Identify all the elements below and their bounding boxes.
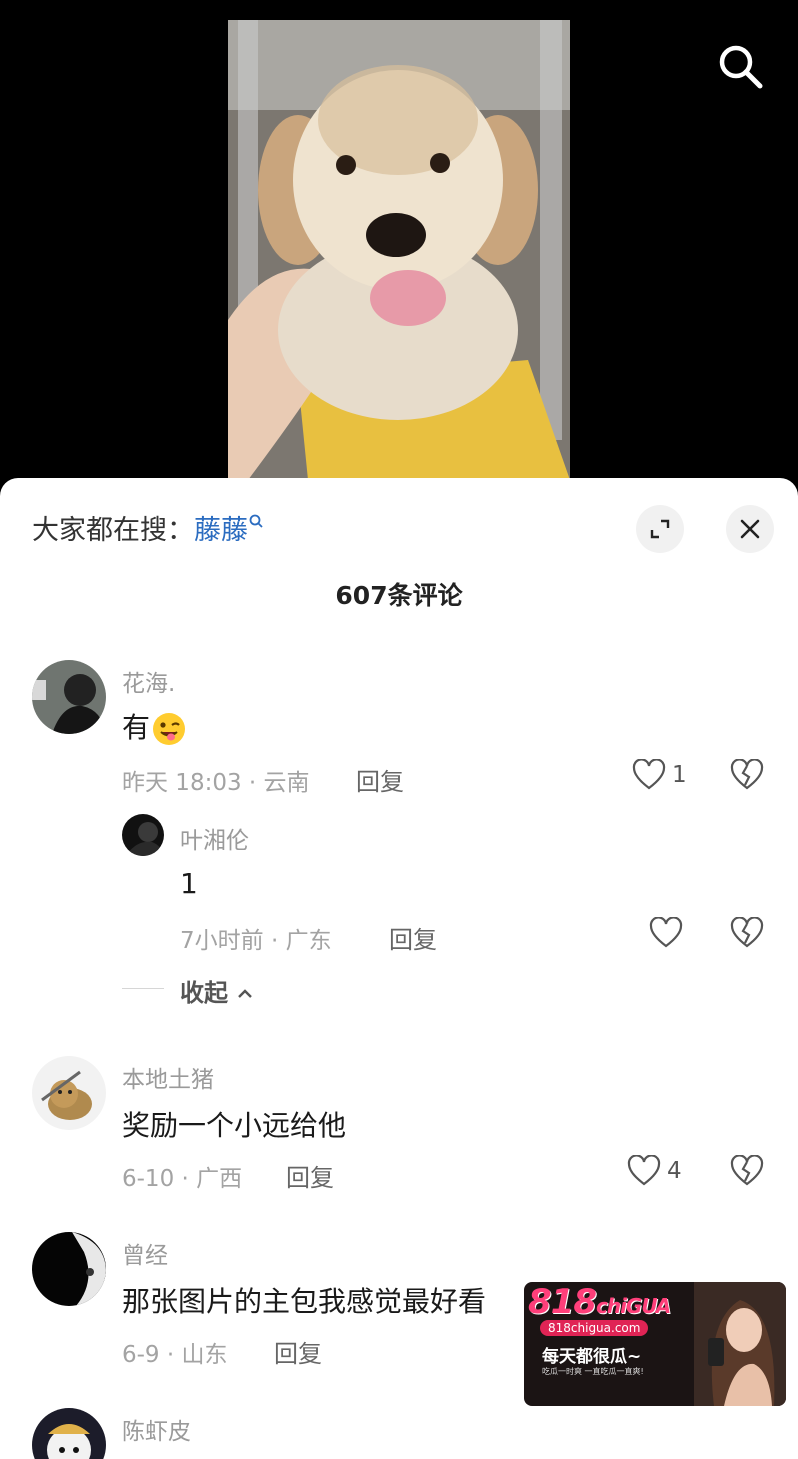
like-count: 1 bbox=[672, 762, 687, 788]
wink-tongue-emoji-icon bbox=[153, 713, 186, 745]
comment-username[interactable]: 本地土猪 bbox=[122, 1060, 214, 1094]
avatar[interactable] bbox=[32, 1056, 106, 1130]
broken-heart-icon bbox=[730, 916, 764, 948]
broken-heart-icon bbox=[730, 1154, 764, 1186]
ad-url: 818chigua.com bbox=[540, 1320, 649, 1336]
like-count: 4 bbox=[667, 1158, 682, 1184]
broken-heart-icon bbox=[730, 758, 764, 790]
dislike-button[interactable] bbox=[730, 758, 764, 795]
comment-username[interactable]: 陈虾皮 bbox=[122, 1412, 191, 1446]
reply-text: 1 bbox=[180, 867, 198, 900]
heart-icon bbox=[627, 1155, 661, 1186]
comment-time-location: 昨天 18:03 · 云南 bbox=[122, 770, 310, 796]
watermark-ad-banner[interactable]: 818chiGUA 818chigua.com 每天都很瓜~ 吃瓜一时爽 一直吃… bbox=[524, 1282, 786, 1406]
reply-button[interactable]: 回复 bbox=[389, 920, 437, 955]
like-button[interactable]: 4 bbox=[627, 1155, 682, 1187]
small-search-icon bbox=[249, 514, 263, 528]
comment-sheet: 大家都在搜：藤藤 607条评论 花海. 有 昨天 18:03 · 云南 回复 1… bbox=[0, 478, 798, 1459]
close-icon bbox=[740, 519, 760, 539]
heart-icon bbox=[632, 759, 666, 790]
chevron-up-icon bbox=[238, 989, 253, 998]
reply-button[interactable]: 回复 bbox=[356, 762, 404, 797]
comment-text: 奖励一个小远给他 bbox=[122, 1109, 347, 1142]
dislike-button[interactable] bbox=[730, 1154, 764, 1191]
dislike-button[interactable] bbox=[730, 916, 764, 953]
comment-username[interactable]: 曾经 bbox=[122, 1236, 168, 1270]
ad-model-image bbox=[694, 1282, 786, 1406]
reply-button[interactable]: 回复 bbox=[286, 1158, 334, 1193]
heart-icon bbox=[649, 917, 683, 948]
video-player[interactable] bbox=[0, 0, 798, 480]
hot-search-keyword[interactable]: 藤藤 bbox=[194, 515, 248, 546]
search-button[interactable] bbox=[712, 38, 768, 94]
comment-text: 那张图片的主包我感觉最好看 bbox=[122, 1285, 487, 1318]
avatar[interactable] bbox=[32, 660, 106, 734]
ad-logo: 818chiGUA bbox=[528, 1282, 671, 1322]
ad-subtext: 吃瓜一时爽 一直吃瓜一直爽! bbox=[542, 1367, 644, 1376]
like-button[interactable] bbox=[649, 917, 689, 949]
hot-search-prefix: 大家都在搜： bbox=[32, 515, 194, 546]
close-button[interactable] bbox=[726, 505, 774, 553]
collapse-replies-button[interactable]: 收起 bbox=[180, 973, 254, 1008]
like-button[interactable]: 1 bbox=[632, 759, 687, 791]
video-frame-puppy[interactable] bbox=[228, 20, 570, 480]
search-icon bbox=[719, 45, 763, 89]
collapse-divider bbox=[122, 988, 164, 989]
ad-slogan: 每天都很瓜~ bbox=[542, 1347, 642, 1367]
comment-count: 607条评论 bbox=[335, 581, 463, 610]
reply-username[interactable]: 叶湘伦 bbox=[180, 821, 249, 855]
puppy-image bbox=[228, 20, 570, 480]
hot-search-bar: 大家都在搜：藤藤 bbox=[32, 508, 264, 547]
reply-time-location: 7小时前 · 广东 bbox=[180, 928, 332, 954]
comment-time-location: 6-9 · 山东 bbox=[122, 1342, 228, 1368]
comment-text-content: 有 bbox=[122, 711, 151, 744]
reply-button[interactable]: 回复 bbox=[274, 1334, 322, 1369]
comment-text: 有 bbox=[122, 706, 186, 746]
comment-username[interactable]: 花海. bbox=[122, 664, 175, 698]
avatar[interactable] bbox=[32, 1232, 106, 1306]
avatar[interactable] bbox=[32, 1408, 106, 1459]
avatar[interactable] bbox=[122, 814, 164, 856]
comment-time-location: 6-10 · 广西 bbox=[122, 1166, 243, 1192]
collapse-label: 收起 bbox=[180, 979, 228, 1007]
expand-icon bbox=[650, 519, 670, 539]
expand-button[interactable] bbox=[636, 505, 684, 553]
